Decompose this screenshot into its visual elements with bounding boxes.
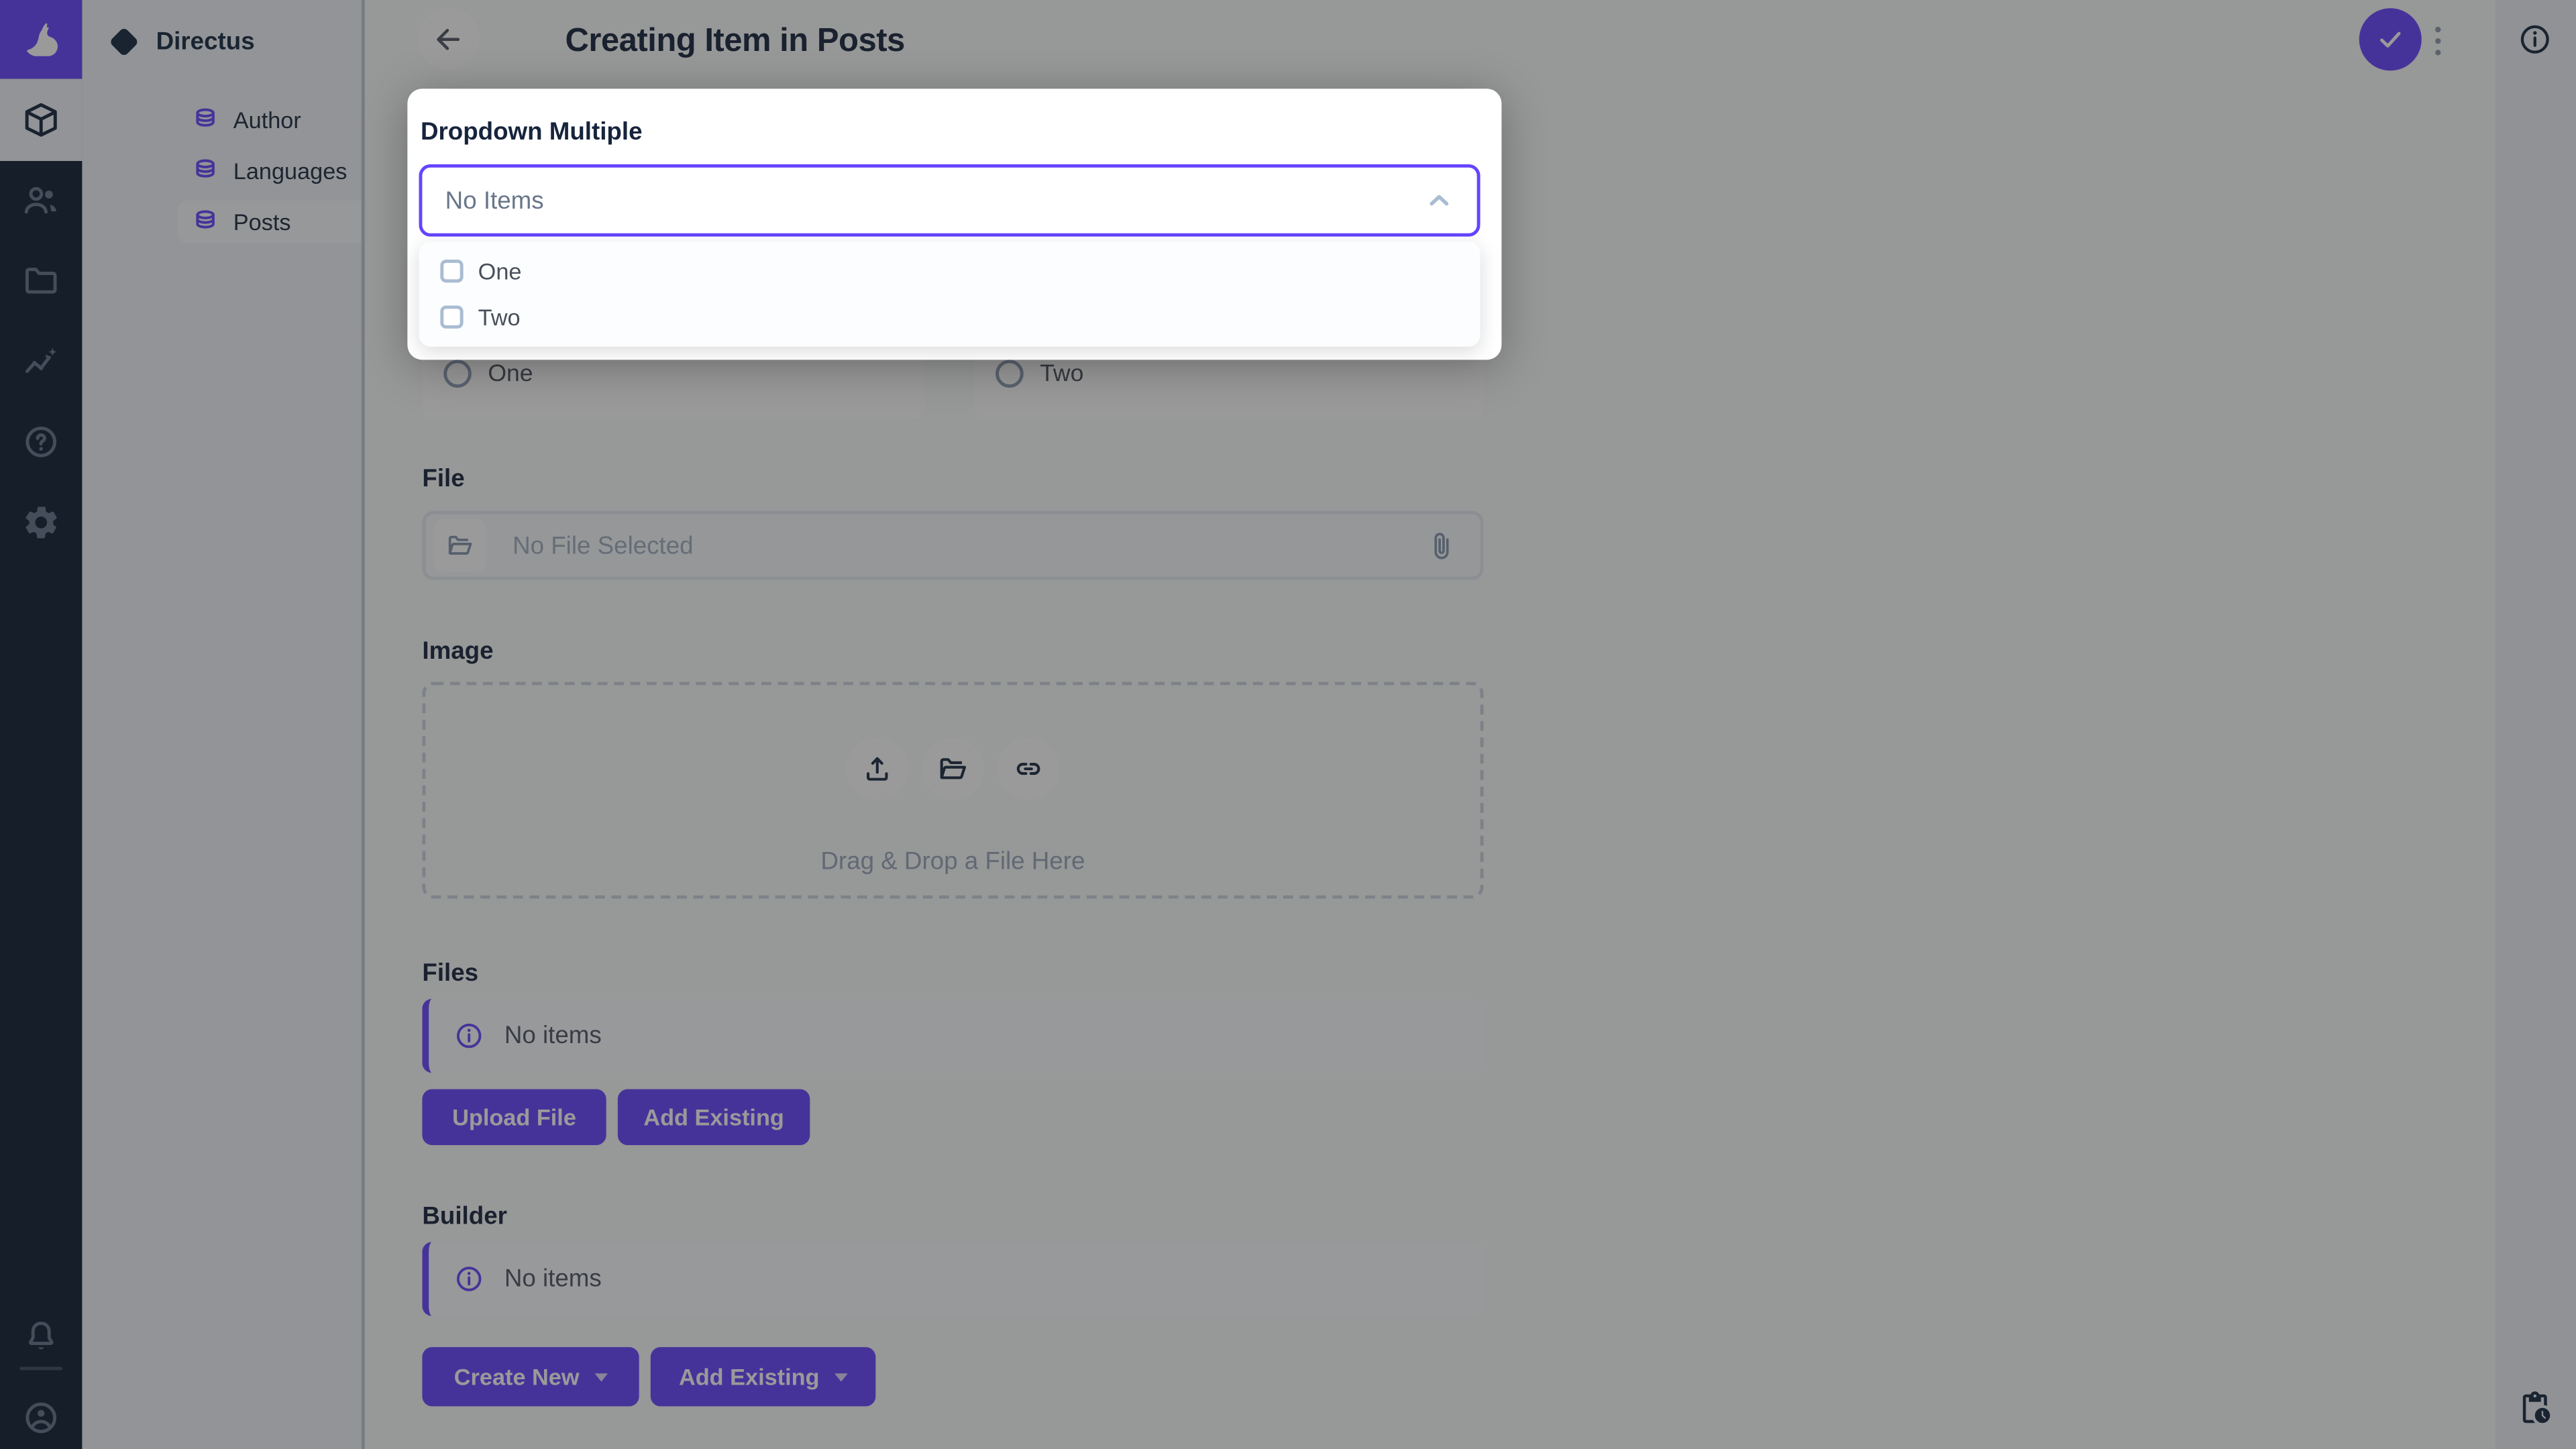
checkbox-icon[interactable] (440, 305, 464, 329)
dropdown-multiple-panel: Dropdown Multiple No Items One Two (407, 89, 1502, 360)
dropdown-option-one[interactable]: One (419, 248, 1480, 294)
dropdown-option-label: Two (478, 304, 521, 331)
dropdown-option-label: One (478, 258, 522, 284)
checkbox-icon[interactable] (440, 259, 464, 283)
dropdown-options-menu: One Two (419, 241, 1481, 347)
app-window: Directus Author Languages Posts One Two … (0, 0, 2576, 1449)
dropdown-multiple-input[interactable]: No Items (419, 164, 1481, 237)
dropdown-option-two[interactable]: Two (419, 294, 1480, 340)
dropdown-multiple-label: Dropdown Multiple (420, 118, 643, 146)
dropdown-value: No Items (445, 186, 544, 215)
chevron-up-icon (1421, 182, 1457, 219)
